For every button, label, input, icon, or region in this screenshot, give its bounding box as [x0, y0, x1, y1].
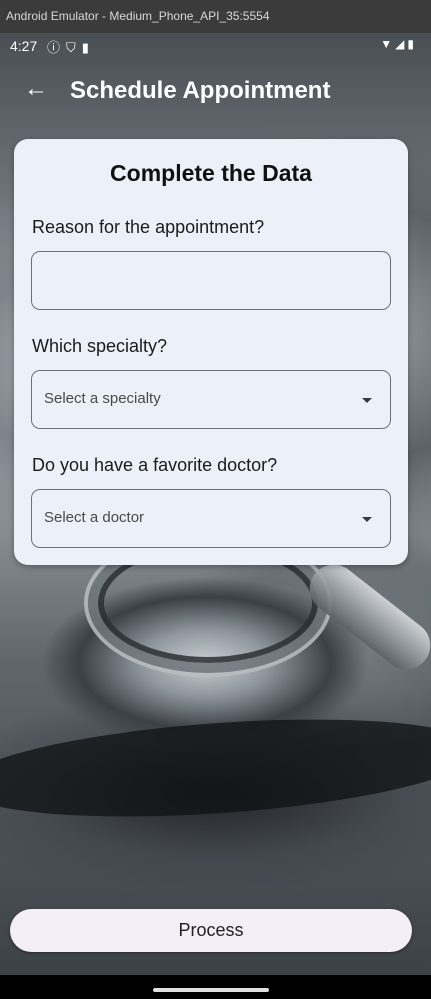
app-bar: ← Schedule Appointment [0, 61, 431, 123]
reason-label: Reason for the appointment? [32, 217, 265, 237]
doctor-select[interactable]: Select a doctor [31, 489, 391, 548]
reason-field[interactable] [31, 251, 391, 310]
doctor-label: Do you have a favorite doctor? [32, 455, 278, 475]
specialty-label: Which specialty? [32, 336, 168, 356]
signal-icon: ◢ [395, 37, 408, 51]
specialty-select-value: Select a specialty [44, 390, 161, 407]
back-button[interactable]: ← [20, 73, 52, 105]
home-indicator[interactable] [153, 988, 269, 992]
form-title: Complete the Data [110, 160, 312, 186]
sim-card-icon: ▮ [81, 40, 95, 55]
phone-screen: 4:27 ⓘ⛉▮ ▼◢▮ ← Schedule Appointment Comp… [0, 33, 431, 999]
reason-input[interactable] [32, 252, 390, 309]
page-title: Schedule Appointment [70, 77, 331, 104]
battery-icon: ▮ [407, 37, 417, 51]
info-circle-icon: ⓘ [47, 40, 67, 55]
doctor-select-value: Select a doctor [44, 509, 145, 526]
shield-icon: ⛉ [66, 40, 82, 55]
specialty-select[interactable]: Select a specialty [31, 370, 391, 429]
status-icons-left: ⓘ⛉▮ [47, 37, 95, 56]
emulator-titlebar: Android Emulator - Medium_Phone_API_35:5… [0, 0, 431, 33]
dropdown-arrow-icon [362, 398, 372, 403]
process-button[interactable]: Process [10, 909, 412, 952]
appointment-form-card: Complete the Data Reason for the appoint… [14, 139, 408, 565]
status-bar: 4:27 ⓘ⛉▮ ▼◢▮ [0, 33, 431, 59]
arrow-back-icon: ← [24, 75, 48, 102]
background-tubing [0, 704, 431, 832]
emulator-title: Android Emulator - Medium_Phone_API_35:5… [6, 9, 270, 23]
status-icons-right: ▼◢▮ [380, 37, 417, 51]
status-time: 4:27 [10, 38, 38, 54]
navigation-bar [0, 975, 431, 999]
dropdown-arrow-icon [362, 517, 372, 522]
wifi-icon: ▼ [380, 37, 396, 51]
